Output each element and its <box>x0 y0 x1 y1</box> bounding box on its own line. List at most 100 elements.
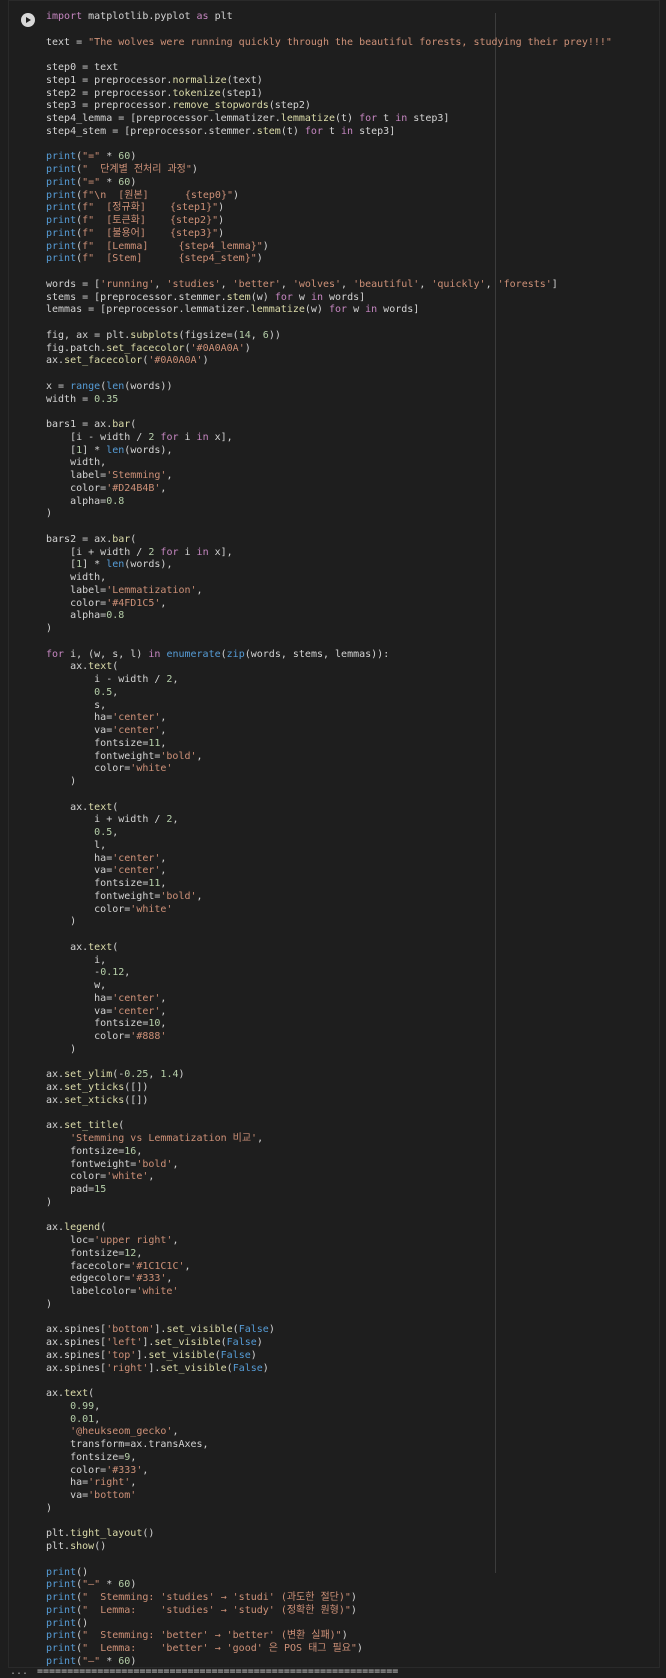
code-line: fontsize=12, <box>46 1247 143 1259</box>
code-line: i, <box>46 954 107 966</box>
code-line: print(" Lemma: 'studies' → 'study' (정확한 … <box>46 1604 357 1616</box>
code-line: width, <box>46 572 107 583</box>
code-line: x = range(len(words)) <box>46 380 173 392</box>
code-line: ) <box>46 916 77 928</box>
code-line: fontweight='bold', <box>46 890 203 902</box>
code-line: w, <box>46 980 107 991</box>
code-line: print("—" * 60) <box>46 1579 137 1591</box>
code-line: facecolor='#1C1C1C', <box>46 1260 191 1272</box>
code-line: ) <box>46 1196 53 1208</box>
code-line: -0.12, <box>46 967 131 979</box>
code-line: print() <box>46 1566 89 1578</box>
code-line: ax.text( <box>46 661 119 673</box>
code-line: ax.spines['right'].set_visible(False) <box>46 1362 269 1374</box>
code-line: print(f" [정규화] {step1}") <box>46 202 225 214</box>
code-line: ax.set_facecolor('#0A0A0A') <box>46 355 209 367</box>
code-line: fontweight='bold', <box>46 750 203 762</box>
code-line: label='Lemmatization', <box>46 584 203 596</box>
code-line: 0.01, <box>70 1413 101 1425</box>
code-line: step0 = text <box>46 62 119 73</box>
code-line: stems = [preprocessor.stemmer.stem(w) fo… <box>46 291 366 303</box>
code-line: print(f" [Stem] {step4_stem}") <box>46 253 263 265</box>
code-line: va='center', <box>46 865 167 877</box>
code-line: i - width / 2, <box>46 674 179 685</box>
code-line: [1] * len(words), <box>46 444 173 456</box>
code-line: color='#888' <box>46 1031 167 1042</box>
code-line: print() <box>46 1617 89 1629</box>
code-line: 0.5, <box>94 686 119 698</box>
code-line: ha='center', <box>46 852 167 864</box>
code-line: ha='center', <box>46 992 167 1004</box>
code-line: [i - width / 2 for i in x], <box>46 431 233 443</box>
code-line: ax.spines['top'].set_visible(False) <box>46 1349 257 1361</box>
code-line: bars2 = ax.bar( <box>46 533 137 545</box>
code-line: width = 0.35 <box>46 393 119 405</box>
code-line: fig, ax = plt.subplots(figsize=(14, 6)) <box>46 329 281 341</box>
code-line: step3 = preprocessor.remove_stopwords(st… <box>46 100 311 112</box>
code-line: print(f" [토큰화] {step2}") <box>46 215 225 226</box>
play-icon <box>26 17 31 23</box>
code-line: print(" Stemming: 'studies' → 'studi' (과… <box>46 1592 357 1603</box>
code-line: print(" Stemming: 'better' → 'better' (변… <box>46 1630 348 1642</box>
code-line: ) <box>46 508 53 520</box>
code-line: color='white' <box>46 903 173 915</box>
code-line: transform=ax.transAxes, <box>46 1439 209 1450</box>
code-line: ax.set_title( <box>46 1120 125 1132</box>
code-line: lemmas = [preprocessor.lemmatizer.lemmat… <box>46 304 420 316</box>
code-line: va='bottom' <box>46 1490 137 1501</box>
code-line: width, <box>46 457 107 469</box>
code-line: words = ['running', 'studies', 'better',… <box>46 278 558 290</box>
code-line: fontsize=10, <box>46 1018 167 1030</box>
code-line: s, <box>46 699 107 711</box>
code-line: print(f"\n [원본] {step0}") <box>46 189 240 201</box>
code-line: color='#4FD1C5', <box>46 597 167 609</box>
code-line: fontsize=9, <box>46 1451 137 1463</box>
code-line: fontsize=16, <box>46 1145 143 1157</box>
code-line: 'Stemming vs Lemmatization 비교', <box>70 1133 264 1144</box>
code-line: labelcolor='white' <box>46 1286 179 1297</box>
code-line: color='white', <box>46 1171 155 1183</box>
code-line: color='#333', <box>46 1464 149 1476</box>
code-line: for i, (w, s, l) in enumerate(zip(words,… <box>46 648 390 660</box>
code-line: ) <box>46 1298 53 1310</box>
code-line: ) <box>46 1043 77 1055</box>
code-line: 0.99, <box>70 1400 101 1412</box>
code-line: print("=" * 60) <box>46 176 137 188</box>
code-line: print(f" [불용어] {step3}") <box>46 227 225 239</box>
code-line: print(" 단계별 전처리 과정") <box>46 164 198 175</box>
code-line: fontsize=11, <box>46 878 167 889</box>
code-line: ax.spines['left'].set_visible(False) <box>46 1337 263 1348</box>
code-cell[interactable]: import matplotlib.pyplot as plt text = "… <box>8 0 660 1668</box>
code-line: print(f" [Lemma] {step4_lemma}") <box>46 240 269 252</box>
code-line: i + width / 2, <box>46 814 179 826</box>
code-line: plt.show() <box>46 1541 107 1552</box>
code-line: alpha=0.8 <box>46 610 125 622</box>
code-line: ) <box>46 1502 53 1514</box>
code-editor[interactable]: import matplotlib.pyplot as plt text = "… <box>46 11 612 1669</box>
output-gutter: ... <box>10 1666 29 1677</box>
code-line: [i + width / 2 for i in x], <box>46 546 233 558</box>
code-line: edgecolor='#333', <box>46 1273 173 1285</box>
code-line: [1] * len(words), <box>46 559 173 571</box>
code-line: 0.5, <box>94 827 119 838</box>
code-line: ax.text( <box>46 941 119 953</box>
code-line: import matplotlib.pyplot as plt <box>46 11 233 22</box>
code-line: va='center', <box>46 725 167 736</box>
run-cell-button[interactable] <box>21 13 35 27</box>
code-line: ) <box>46 623 53 634</box>
code-line: fig.patch.set_facecolor('#0A0A0A') <box>46 342 251 354</box>
code-line: step2 = preprocessor.tokenize(step1) <box>46 87 263 99</box>
code-line: pad=15 <box>46 1184 107 1195</box>
code-line: ax.set_ylim(-0.25, 1.4) <box>46 1069 185 1081</box>
code-line: step4_stem = [preprocessor.stemmer.stem(… <box>46 125 396 137</box>
code-line: ax.set_yticks([]) <box>46 1082 149 1093</box>
code-line: bars1 = ax.bar( <box>46 419 137 430</box>
code-line: print(" Lemma: 'better' → 'good' 은 POS 태… <box>46 1643 363 1654</box>
code-line: loc='upper right', <box>46 1235 179 1246</box>
code-line: alpha=0.8 <box>46 495 125 507</box>
code-line: ax.spines['bottom'].set_visible(False) <box>46 1324 275 1336</box>
code-line: ha='right', <box>46 1477 137 1489</box>
code-line: step4_lemma = [preprocessor.lemmatizer.l… <box>46 113 450 124</box>
code-line: ax.legend( <box>46 1222 107 1234</box>
code-line: l, <box>46 839 107 851</box>
